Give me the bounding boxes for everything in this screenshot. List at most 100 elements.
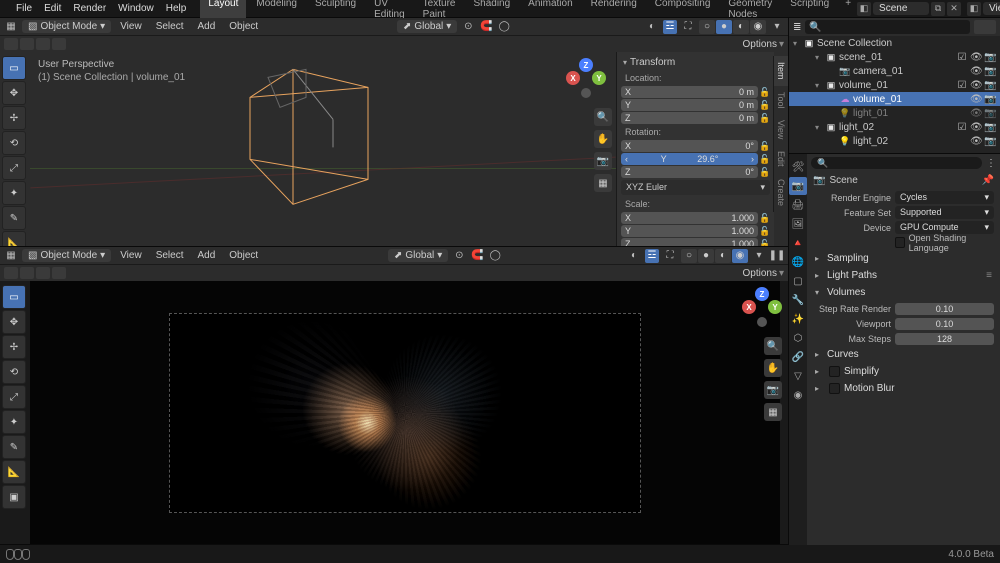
select-menu[interactable]: Select	[151, 20, 189, 33]
lock-icon[interactable]: 🔓	[760, 87, 770, 98]
outliner-item[interactable]: 💡light_02👁📷	[789, 134, 1000, 148]
overlay-chip[interactable]	[4, 267, 18, 279]
editor-type-icon[interactable]: ▦	[4, 20, 18, 34]
cursor-tool[interactable]: ✥	[2, 310, 26, 334]
select-tool[interactable]: ▭	[2, 56, 26, 80]
lock-icon[interactable]: 🔓	[760, 113, 770, 124]
move-tool[interactable]: ✢	[2, 106, 26, 130]
scene-name-field[interactable]: Scene	[873, 2, 929, 15]
hide-icon[interactable]: 👁	[970, 66, 982, 77]
curves-section[interactable]: ▸Curves	[813, 346, 994, 363]
loc-x-field[interactable]: X0 m	[621, 86, 758, 98]
render-canvas[interactable]	[30, 281, 780, 544]
lock-icon[interactable]: 🔓	[760, 141, 770, 152]
measure-tool[interactable]: 📐	[2, 231, 26, 246]
motionblur-checkbox[interactable]	[829, 383, 840, 394]
overlays-toggle-icon[interactable]: ☲	[645, 249, 659, 263]
camera-view-icon[interactable]: 📷	[764, 381, 782, 399]
pan-icon[interactable]: ✋	[764, 359, 782, 377]
material-tab-icon[interactable]: ◉	[789, 386, 807, 404]
motionblur-section[interactable]: ▸Motion Blur	[813, 380, 994, 397]
mode-selector[interactable]: ▧Object Mode▾	[22, 249, 111, 262]
outliner-item[interactable]: ▾▣light_02☑👁📷	[789, 120, 1000, 134]
gizmo-y-axis[interactable]: Y	[768, 300, 782, 314]
proportional-icon[interactable]: ◯	[488, 249, 502, 263]
tool-tab-icon[interactable]: 🛠	[789, 158, 807, 176]
addcube-tool[interactable]: ▣	[2, 485, 26, 509]
nav-gizmo[interactable]: Z Y X	[566, 58, 606, 98]
scene-new-icon[interactable]: ⧉	[931, 2, 945, 16]
gizmo-toggle-icon[interactable]: ◐	[627, 249, 641, 263]
perspective-icon[interactable]: ▦	[594, 174, 612, 192]
overlay-chip[interactable]	[4, 38, 18, 50]
overlay-chip[interactable]	[36, 267, 50, 279]
mode-selector[interactable]: ▧Object Mode▾	[22, 20, 111, 33]
volumes-section[interactable]: ▾Volumes	[813, 284, 994, 301]
shading-options-icon[interactable]: ▾	[752, 249, 766, 263]
xray-icon[interactable]: ⛶	[681, 20, 695, 34]
select-menu[interactable]: Select	[151, 249, 189, 262]
rot-x-field[interactable]: X0°	[621, 140, 758, 152]
exclude-checkbox[interactable]: ☑	[956, 80, 968, 91]
outliner-type-icon[interactable]: ≣	[793, 22, 801, 33]
camera-view-icon[interactable]: 📷	[594, 152, 612, 170]
disable-render-icon[interactable]: 📷	[984, 52, 996, 63]
scene-delete-icon[interactable]: ✕	[947, 2, 961, 16]
disable-render-icon[interactable]: 📷	[984, 122, 996, 133]
max-steps-field[interactable]: 128	[895, 333, 994, 345]
outliner-item[interactable]: ☁volume_01👁📷	[789, 92, 1000, 106]
lock-icon[interactable]: 🔓	[760, 226, 770, 237]
zoom-icon[interactable]: 🔍	[594, 108, 612, 126]
lock-icon[interactable]: 🔓	[760, 239, 770, 247]
step-rate-field[interactable]: 0.10	[895, 303, 994, 315]
exclude-checkbox[interactable]: ☑	[956, 122, 968, 133]
outliner-item[interactable]: 💡light_01👁📷	[789, 106, 1000, 120]
disable-render-icon[interactable]: 📷	[984, 108, 996, 119]
lock-icon[interactable]: 🔓	[760, 100, 770, 111]
overlay-chip[interactable]	[52, 38, 66, 50]
rendered-shading-icon[interactable]: ◉	[750, 20, 766, 34]
solid-shading-icon[interactable]: ●	[716, 20, 732, 34]
gizmo-z-axis[interactable]: Z	[579, 58, 593, 72]
cursor-tool[interactable]: ✥	[2, 81, 26, 105]
loc-z-field[interactable]: Z0 m	[621, 112, 758, 124]
object-tab-icon[interactable]: ▢	[789, 272, 807, 290]
object-menu[interactable]: Object	[224, 20, 263, 33]
scale-tool[interactable]: ⤢	[2, 385, 26, 409]
overlay-chip[interactable]	[52, 267, 66, 279]
simplify-section[interactable]: ▸Simplify	[813, 363, 994, 380]
data-tab-icon[interactable]: ▽	[789, 367, 807, 385]
overlay-chip[interactable]	[20, 38, 34, 50]
measure-tool[interactable]: 📐	[2, 460, 26, 484]
shading-options-icon[interactable]: ▾	[770, 20, 784, 34]
rendered-shading-icon[interactable]: ◉	[732, 249, 748, 263]
rot-y-field[interactable]: Y29.6°	[621, 153, 758, 165]
select-tool[interactable]: ▭	[2, 285, 26, 309]
sampling-section[interactable]: ▸Sampling	[813, 250, 994, 267]
transform-header[interactable]: Transform	[621, 54, 770, 71]
move-tool[interactable]: ✢	[2, 335, 26, 359]
menu-window[interactable]: Window	[112, 1, 160, 16]
hide-icon[interactable]: 👁	[970, 80, 982, 91]
transform-tool[interactable]: ✦	[2, 410, 26, 434]
render-tab-icon[interactable]: 📷	[789, 177, 807, 195]
hide-icon[interactable]: 👁	[970, 122, 982, 133]
loc-y-field[interactable]: Y0 m	[621, 99, 758, 111]
viewport-canvas[interactable]	[30, 52, 616, 246]
gizmo-z-axis[interactable]: Z	[755, 287, 769, 301]
output-tab-icon[interactable]: 🖨	[789, 196, 807, 214]
feature-set-dropdown[interactable]: Supported▾	[895, 206, 994, 219]
menu-edit[interactable]: Edit	[38, 1, 67, 16]
lock-icon[interactable]: 🔓	[760, 154, 770, 165]
matprev-shading-icon[interactable]: ◐	[733, 20, 749, 34]
scl-z-field[interactable]: Z1.000	[621, 238, 758, 246]
view-menu[interactable]: View	[115, 20, 147, 33]
menu-render[interactable]: Render	[67, 1, 112, 16]
perspective-icon[interactable]: ▦	[764, 403, 782, 421]
overlays-toggle-icon[interactable]: ☲	[663, 20, 677, 34]
viewport-step-field[interactable]: 0.10	[895, 318, 994, 330]
overlay-chip[interactable]	[20, 267, 34, 279]
particles-tab-icon[interactable]: ✨	[789, 310, 807, 328]
scl-x-field[interactable]: X1.000	[621, 212, 758, 224]
scale-tool[interactable]: ⤢	[2, 156, 26, 180]
